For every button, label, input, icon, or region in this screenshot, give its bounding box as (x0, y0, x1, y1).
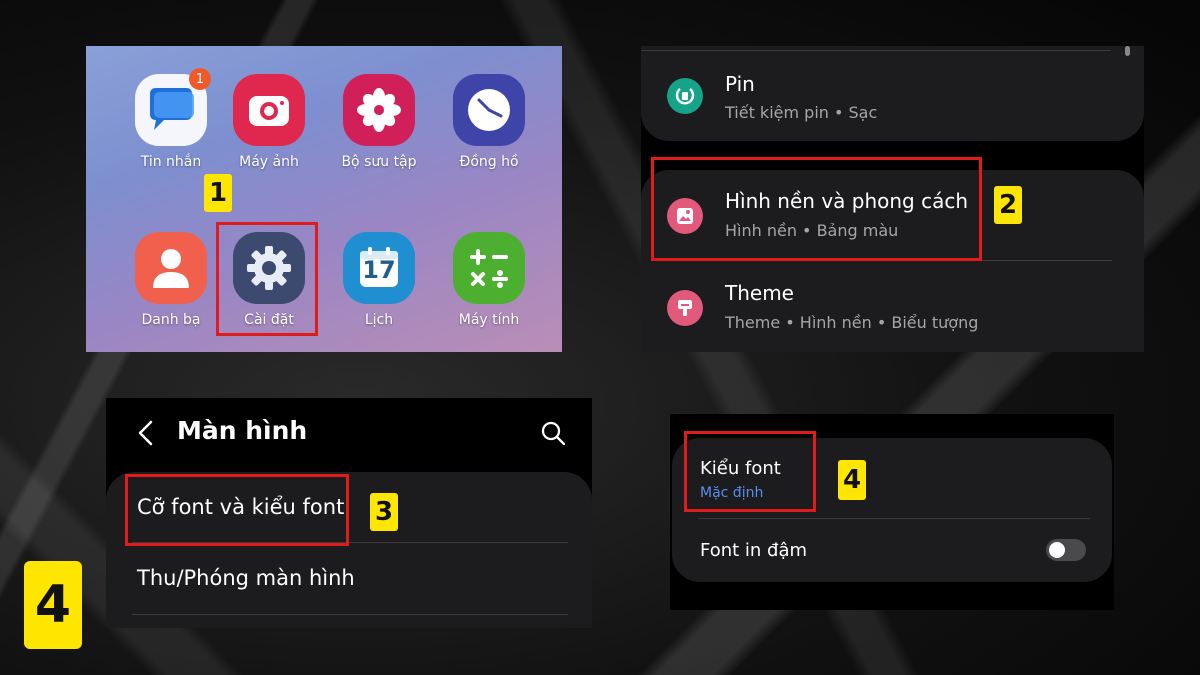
battery-icon (667, 78, 703, 114)
divider (641, 50, 1111, 51)
app-clock[interactable]: Đồng hồ (444, 74, 534, 170)
calculator-icon (453, 232, 525, 304)
clock-icon (453, 74, 525, 146)
app-label: Danh bạ (141, 312, 201, 328)
row-title: Pin (725, 72, 755, 96)
back-arrow-icon[interactable] (136, 420, 156, 446)
contacts-icon (135, 232, 207, 304)
divider (698, 518, 1090, 519)
app-camera[interactable]: Máy ảnh (224, 74, 314, 170)
messages-icon: 1 (135, 68, 211, 146)
step-badge-3: 3 (370, 493, 398, 531)
notification-badge: 1 (189, 68, 211, 90)
row-title: Theme (725, 281, 794, 305)
camera-icon (233, 74, 305, 146)
app-label: Bộ sưu tập (341, 154, 417, 170)
pin-card (641, 46, 1144, 141)
highlight-wallpaper-row (651, 157, 982, 261)
page-title: Màn hình (177, 416, 308, 445)
toggle-knob (1049, 542, 1065, 558)
app-label: Đồng hồ (459, 154, 519, 170)
app-label: Lịch (364, 312, 394, 328)
scrollbar[interactable] (1125, 46, 1130, 56)
highlight-settings-app (216, 222, 318, 336)
app-messages[interactable]: 1 Tin nhắn (126, 68, 216, 170)
app-gallery[interactable]: Bộ sưu tập (334, 74, 424, 170)
highlight-font-row (125, 474, 349, 546)
step-badge-4: 4 (838, 460, 866, 500)
step-badge-2: 2 (994, 186, 1022, 224)
big-step-badge: 4 (24, 561, 82, 649)
app-calendar[interactable]: 17 Lịch (334, 232, 424, 328)
home-screen-panel: 1 Tin nhắn Máy ảnh Bộ sưu tập Đồng hồ Da… (86, 46, 562, 352)
app-calculator[interactable]: Máy tính (444, 232, 534, 328)
settings-row-bold-font: Font in đậm (700, 540, 808, 561)
app-label: Tin nhắn (140, 154, 202, 170)
app-contacts[interactable]: Danh bạ (126, 232, 216, 328)
app-label: Máy ảnh (239, 154, 299, 170)
settings-row-screen-zoom[interactable]: Thu/Phóng màn hình (137, 566, 355, 590)
gallery-flower-icon (343, 74, 415, 146)
divider (132, 614, 568, 615)
row-subtitle: Theme • Hình nền • Biểu tượng (725, 313, 979, 332)
step-badge-1: 1 (204, 174, 232, 212)
search-icon[interactable] (540, 420, 566, 446)
highlight-font-style-row (684, 431, 816, 512)
row-subtitle: Tiết kiệm pin • Sạc (725, 103, 878, 122)
theme-brush-icon (667, 290, 703, 326)
calendar-icon: 17 (343, 232, 415, 304)
calendar-day: 17 (362, 256, 396, 284)
bold-font-toggle[interactable] (1046, 539, 1086, 561)
app-label: Máy tính (458, 312, 520, 328)
